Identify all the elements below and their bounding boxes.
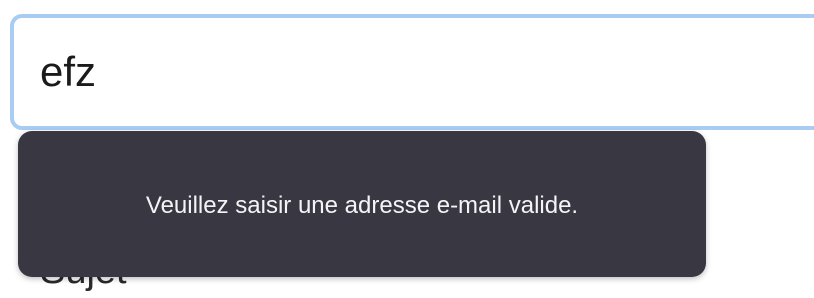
email-input[interactable] <box>10 14 814 130</box>
validation-tooltip: Veuillez saisir une adresse e-mail valid… <box>18 131 706 277</box>
validation-message: Veuillez saisir une adresse e-mail valid… <box>145 192 579 219</box>
contact-form: Sujet Veuillez saisir une adresse e-mail… <box>0 0 814 298</box>
